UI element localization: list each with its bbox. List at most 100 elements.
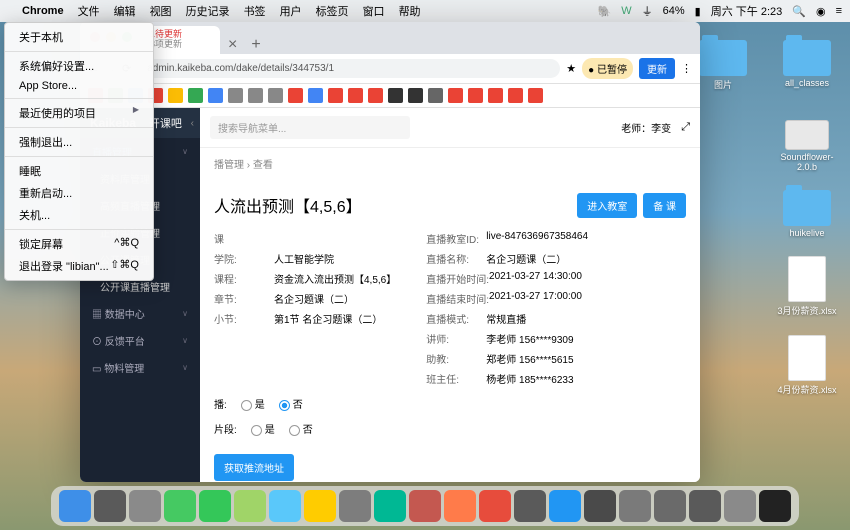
dock-app-3[interactable] — [164, 490, 196, 522]
sleep[interactable]: 睡眠 — [5, 160, 153, 182]
dock-app-17[interactable] — [654, 490, 686, 522]
bookmark-6[interactable] — [208, 88, 223, 103]
extension-icon[interactable]: ★ — [566, 62, 576, 75]
enter-classroom-button[interactable]: 进入教室 — [577, 193, 637, 218]
siri-icon[interactable]: ◉ — [816, 5, 826, 18]
radio-no-1[interactable]: 否 — [279, 396, 303, 411]
get-stream-url-button[interactable]: 获取推流地址 — [214, 454, 294, 481]
dock-app-4[interactable] — [199, 490, 231, 522]
nav-search-input[interactable]: 搜索导航菜单... — [210, 116, 410, 139]
shutdown[interactable]: 关机... — [5, 204, 153, 226]
menu-edit[interactable]: 编辑 — [114, 3, 136, 19]
chrome-menu-icon[interactable]: ⋮ — [681, 62, 692, 75]
logout[interactable]: 退出登录 "libian"...⇧⌘Q — [5, 255, 153, 277]
dock-app-19[interactable] — [724, 490, 756, 522]
menu-help[interactable]: 帮助 — [399, 3, 421, 19]
recent-items[interactable]: 最近使用的项目▶ — [5, 102, 153, 124]
status-icon[interactable]: W — [621, 5, 631, 17]
info-row: 班主任:杨老师 185****6233 — [426, 371, 588, 386]
dock-app-18[interactable] — [689, 490, 721, 522]
nav-material[interactable]: ▭ 物料管理∨ — [80, 354, 200, 381]
bookmark-10[interactable] — [288, 88, 303, 103]
menu-history[interactable]: 历史记录 — [186, 3, 230, 19]
chevron-left-icon[interactable]: ‹ — [185, 118, 200, 129]
dock-app-2[interactable] — [129, 490, 161, 522]
bookmark-8[interactable] — [248, 88, 263, 103]
chrome-tabbar: 1待更新 8项更新 × + — [80, 22, 700, 54]
dock-app-9[interactable] — [374, 490, 406, 522]
bookmark-16[interactable] — [408, 88, 423, 103]
menu-bookmarks[interactable]: 书签 — [244, 3, 266, 19]
disk-soundflower[interactable]: Soundflower-2.0.b — [772, 120, 842, 172]
menu-window[interactable]: 窗口 — [363, 3, 385, 19]
menu-view[interactable]: 视图 — [150, 3, 172, 19]
notifications-icon[interactable]: ≡ — [836, 5, 842, 17]
dock-app-6[interactable] — [269, 490, 301, 522]
prepare-button[interactable]: 备 课 — [643, 193, 686, 218]
bookmark-9[interactable] — [268, 88, 283, 103]
app-name[interactable]: Chrome — [22, 5, 64, 17]
dock-app-5[interactable] — [234, 490, 266, 522]
expand-icon[interactable]: ⤢ — [681, 121, 690, 134]
dock-app-16[interactable] — [619, 490, 651, 522]
url-input[interactable]: admin.kaikeba.com/dake/details/344753/1 — [137, 59, 560, 78]
bookmark-17[interactable] — [428, 88, 443, 103]
bookmark-12[interactable] — [328, 88, 343, 103]
bookmark-5[interactable] — [188, 88, 203, 103]
bookmark-14[interactable] — [368, 88, 383, 103]
info-row: 章节:名企习题课（二） — [214, 291, 396, 306]
dock-app-12[interactable] — [479, 490, 511, 522]
tab-close-icon[interactable]: × — [220, 36, 245, 54]
info-row: 直播开始时间:2021-03-27 14:30:00 — [426, 271, 588, 286]
bookmark-7[interactable] — [228, 88, 243, 103]
bookmark-21[interactable] — [508, 88, 523, 103]
app-store[interactable]: App Store... — [5, 77, 153, 95]
dock-app-8[interactable] — [339, 490, 371, 522]
folder-huikelive[interactable]: huikelive — [772, 190, 842, 238]
dock-app-10[interactable] — [409, 490, 441, 522]
clock[interactable]: 周六 下午 2:23 — [711, 3, 783, 19]
bookmark-18[interactable] — [448, 88, 463, 103]
dock-app-14[interactable] — [549, 490, 581, 522]
lock-screen[interactable]: 锁定屏幕^⌘Q — [5, 233, 153, 255]
about-mac[interactable]: 关于本机 — [5, 26, 153, 48]
breadcrumb: 播管理 › 查看 — [200, 148, 700, 179]
new-tab-icon[interactable]: + — [245, 36, 266, 54]
update-button[interactable]: 更新 — [639, 58, 675, 79]
menu-user[interactable]: 用户 — [280, 3, 302, 19]
restart[interactable]: 重新启动... — [5, 182, 153, 204]
dock-app-15[interactable] — [584, 490, 616, 522]
radio-no-2[interactable]: 否 — [289, 421, 313, 436]
info-row: 小节:第1节 名企习题课（二） — [214, 311, 396, 326]
evernote-icon[interactable]: 🐘 — [598, 5, 612, 18]
folder-classes[interactable]: all_classes — [772, 40, 842, 91]
radio-yes-2[interactable]: 是 — [251, 421, 275, 436]
bookmark-22[interactable] — [528, 88, 543, 103]
dock-app-7[interactable] — [304, 490, 336, 522]
dock-app-20[interactable] — [759, 490, 791, 522]
bookmark-13[interactable] — [348, 88, 363, 103]
radio-yes-1[interactable]: 是 — [241, 396, 265, 411]
nav-feedback[interactable]: ⊙ 反馈平台∨ — [80, 327, 200, 354]
dock-app-11[interactable] — [444, 490, 476, 522]
bookmark-11[interactable] — [308, 88, 323, 103]
bookmark-15[interactable] — [388, 88, 403, 103]
dock-app-1[interactable] — [94, 490, 126, 522]
apple-menu-dropdown: 关于本机 系统偏好设置... App Store... 最近使用的项目▶ 强制退… — [4, 22, 154, 281]
system-prefs[interactable]: 系统偏好设置... — [5, 55, 153, 77]
wifi-icon[interactable]: ⏚ — [642, 3, 653, 19]
spotlight-icon[interactable]: 🔍 — [792, 5, 806, 18]
file-march-salary[interactable]: 3月份薪资.xlsx — [772, 256, 842, 317]
file-april-salary[interactable]: 4月份薪资.xlsx — [772, 335, 842, 396]
dock-app-0[interactable] — [59, 490, 91, 522]
teacher-label: 老师：李变 — [621, 120, 671, 135]
nav-data-center[interactable]: ▦ 数据中心∨ — [80, 300, 200, 327]
bookmark-19[interactable] — [468, 88, 483, 103]
bookmark-20[interactable] — [488, 88, 503, 103]
force-quit[interactable]: 强制退出... — [5, 131, 153, 153]
bookmark-4[interactable] — [168, 88, 183, 103]
dock-app-13[interactable] — [514, 490, 546, 522]
menu-file[interactable]: 文件 — [78, 3, 100, 19]
menu-tabs[interactable]: 标签页 — [316, 3, 349, 19]
profile-paused[interactable]: ● 已暂停 — [582, 58, 633, 79]
